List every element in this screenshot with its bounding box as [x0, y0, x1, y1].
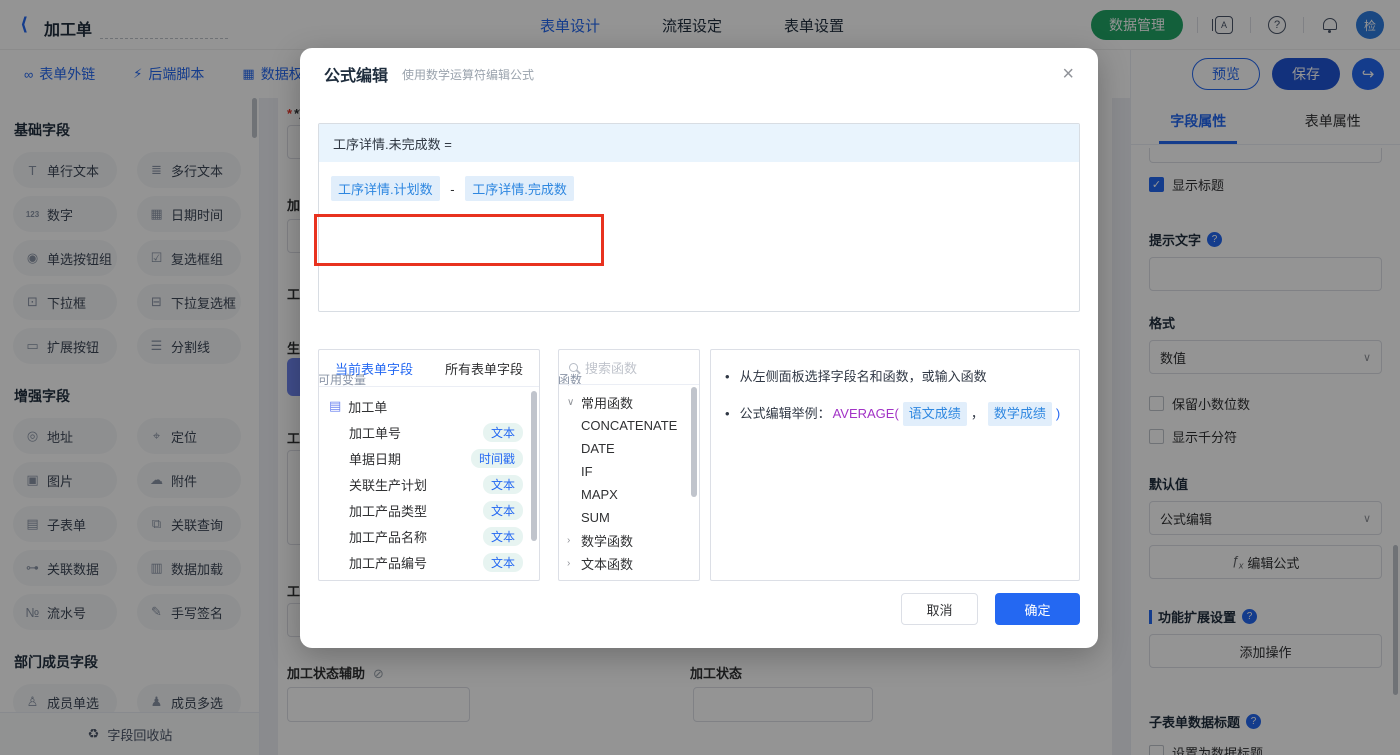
function-item[interactable]: IF — [559, 460, 699, 483]
function-group-math[interactable]: › 数学函数 — [559, 529, 699, 552]
confirm-button[interactable]: 确定 — [995, 593, 1080, 625]
cancel-button[interactable]: 取消 — [901, 593, 978, 625]
hint-line-2: • 公式编辑举例： AVERAGE( 语文成绩 ， 数学成绩 ) — [725, 402, 1065, 426]
variable-item[interactable]: 单据日期 时间戳 — [319, 445, 539, 471]
formula-expression-area[interactable]: 工序详情.计划数 - 工序详情.完成数 — [319, 162, 1079, 215]
function-search-input[interactable]: 搜索函数 — [559, 350, 699, 385]
modal-subtitle: 使用数学运算符编辑公式 — [402, 67, 535, 82]
function-item[interactable]: SUM — [559, 506, 699, 529]
function-item[interactable]: CONCATENATE — [559, 414, 699, 437]
modal-body: 工序详情.未完成数 = 工序详情.计划数 - 工序详情.完成数 可用变量 函数 … — [300, 100, 1098, 648]
modal-title: 公式编辑 — [324, 68, 389, 85]
variables-root-item[interactable]: ▤ 加工单 — [319, 393, 539, 419]
document-icon: ▤ — [329, 398, 342, 413]
caret-down-icon: ∨ — [567, 397, 575, 408]
tab-all-form-fields[interactable]: 所有表单字段 — [429, 350, 539, 386]
formula-operator: - — [450, 182, 455, 197]
functions-scrollbar[interactable] — [691, 387, 697, 497]
bullet-icon: • — [725, 406, 730, 421]
variables-scrollbar[interactable] — [531, 391, 537, 541]
caret-right-icon: › — [567, 558, 571, 569]
formula-edit-modal: 公式编辑 使用数学运算符编辑公式 × 工序详情.未完成数 = 工序详情.计划数 … — [300, 48, 1098, 648]
formula-target: 工序详情.未完成数 = — [319, 124, 1079, 162]
search-icon — [569, 362, 578, 372]
formula-token-planned[interactable]: 工序详情.计划数 — [331, 176, 440, 201]
example-close-paren: ) — [1055, 406, 1061, 421]
function-item[interactable]: MAPX — [559, 483, 699, 506]
type-badge: 文本 — [482, 500, 523, 520]
close-icon[interactable]: × — [1062, 64, 1074, 84]
variables-list: ▤ 加工单 加工单号 文本 单据日期 时间戳 关联生产计划 文本 加工产品类型 … — [319, 387, 539, 575]
variables-panel: 当前表单字段 所有表单字段 ▤ 加工单 加工单号 文本 单据日期 时间戳 关联生… — [318, 349, 540, 581]
hint-line-1: • 从左侧面板选择字段名和函数，或输入函数 — [725, 366, 1065, 388]
modal-footer: 取消 确定 — [901, 593, 1080, 625]
bullet-icon: • — [725, 369, 730, 384]
modal-header: 公式编辑 使用数学运算符编辑公式 × — [300, 48, 1098, 100]
type-badge: 时间戳 — [470, 448, 523, 468]
functions-panel: 搜索函数 ∨ 常用函数 CONCATENATE DATE IF MAPX SUM… — [558, 349, 700, 581]
search-placeholder: 搜索函数 — [585, 360, 638, 376]
formula-editor-box: 工序详情.未完成数 = 工序详情.计划数 - 工序详情.完成数 — [318, 123, 1080, 312]
caret-right-icon: › — [567, 535, 571, 546]
variable-item[interactable]: 加工产品编号 文本 — [319, 549, 539, 575]
hint-panel: • 从左侧面板选择字段名和函数，或输入函数 • 公式编辑举例： AVERAGE(… — [710, 349, 1080, 581]
type-badge: 文本 — [482, 526, 523, 546]
example-field-chip: 语文成绩 — [902, 402, 967, 426]
function-item[interactable]: DATE — [559, 437, 699, 460]
type-badge: 文本 — [482, 552, 523, 572]
formula-token-completed[interactable]: 工序详情.完成数 — [465, 176, 574, 201]
variables-tabs: 当前表单字段 所有表单字段 — [319, 350, 539, 387]
type-badge: 文本 — [482, 422, 523, 442]
app-root: ⟨ 加工单 表单设计 流程设定 表单设置 数据管理 A ? 检 ∞ 表单外链 ⚡… — [0, 0, 1400, 755]
variable-item[interactable]: 加工单号 文本 — [319, 419, 539, 445]
variable-item[interactable]: 关联生产计划 文本 — [319, 471, 539, 497]
tab-current-form-fields[interactable]: 当前表单字段 — [319, 350, 429, 386]
function-group-text[interactable]: › 文本函数 — [559, 552, 699, 575]
type-badge: 文本 — [482, 474, 523, 494]
function-tree: ∨ 常用函数 CONCATENATE DATE IF MAPX SUM › 数学… — [559, 385, 699, 575]
variable-item[interactable]: 加工产品名称 文本 — [319, 523, 539, 549]
example-function-name: AVERAGE( — [832, 406, 899, 421]
function-group-common[interactable]: ∨ 常用函数 — [559, 391, 699, 414]
variable-item[interactable]: 加工产品类型 文本 — [319, 497, 539, 523]
example-field-chip: 数学成绩 — [987, 402, 1052, 426]
